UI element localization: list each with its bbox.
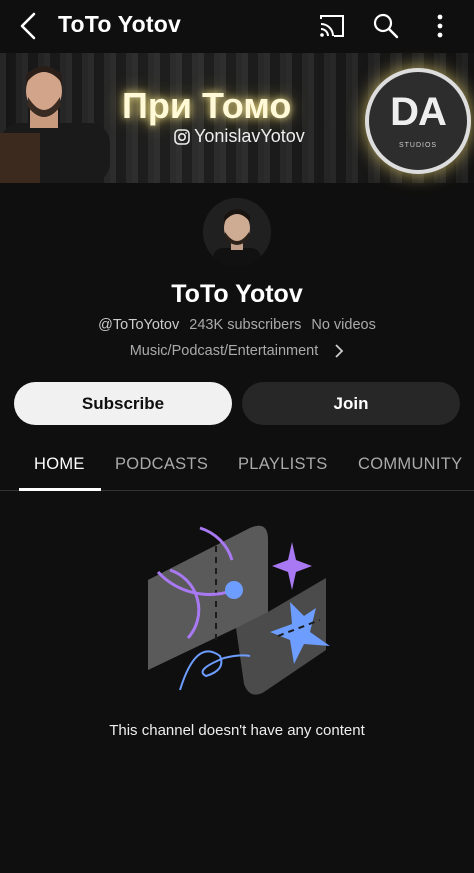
tab-playlists[interactable]: PLAYLISTS xyxy=(238,455,328,474)
logo-subtext: STUDIOS xyxy=(398,142,438,149)
subscribe-button[interactable]: Subscribe xyxy=(14,382,232,425)
channel-name: ToTo Yotov xyxy=(171,280,303,308)
empty-state-illustration xyxy=(148,525,330,695)
back-arrow-icon[interactable] xyxy=(14,10,44,42)
video-count: No videos xyxy=(311,317,376,333)
tab-podcasts[interactable]: PODCASTS xyxy=(115,455,208,474)
cast-icon[interactable] xyxy=(318,12,346,40)
instagram-icon xyxy=(174,128,190,145)
tab-home[interactable]: HOME xyxy=(34,455,85,474)
tab-community[interactable]: COMMUNITY xyxy=(358,455,462,474)
instagram-handle: YonislavYotov xyxy=(194,126,305,146)
banner-person-image xyxy=(0,66,110,183)
subscriber-count: 243K subscribers xyxy=(189,317,302,333)
chevron-right-icon xyxy=(335,344,344,358)
channel-handle: @ToToYotov xyxy=(98,317,180,333)
search-icon[interactable] xyxy=(372,12,400,40)
join-button[interactable]: Join xyxy=(242,382,460,425)
banner-title: При Томо xyxy=(122,85,292,126)
active-tab-indicator xyxy=(19,488,101,491)
channel-avatar[interactable] xyxy=(203,198,271,266)
category-text: Music/Podcast/Entertainment xyxy=(129,343,319,359)
banner-instagram: YonislavYotov xyxy=(174,126,305,147)
channel-tabs: HOME PODCASTS PLAYLISTS COMMUNITY xyxy=(0,440,474,491)
more-vert-icon[interactable] xyxy=(426,12,454,40)
top-app-bar: ToTo Yotov xyxy=(0,0,474,52)
channel-title: ToTo Yotov xyxy=(58,11,181,37)
channel-category-link[interactable]: Music/Podcast/Entertainment xyxy=(0,343,474,359)
channel-meta: @ToToYotov 243K subscribers No videos xyxy=(0,317,474,333)
da-studios-logo: DA STUDIOS xyxy=(365,68,471,174)
empty-state-message: This channel doesn't have any content xyxy=(109,722,365,739)
logo-text: DA xyxy=(390,90,447,134)
